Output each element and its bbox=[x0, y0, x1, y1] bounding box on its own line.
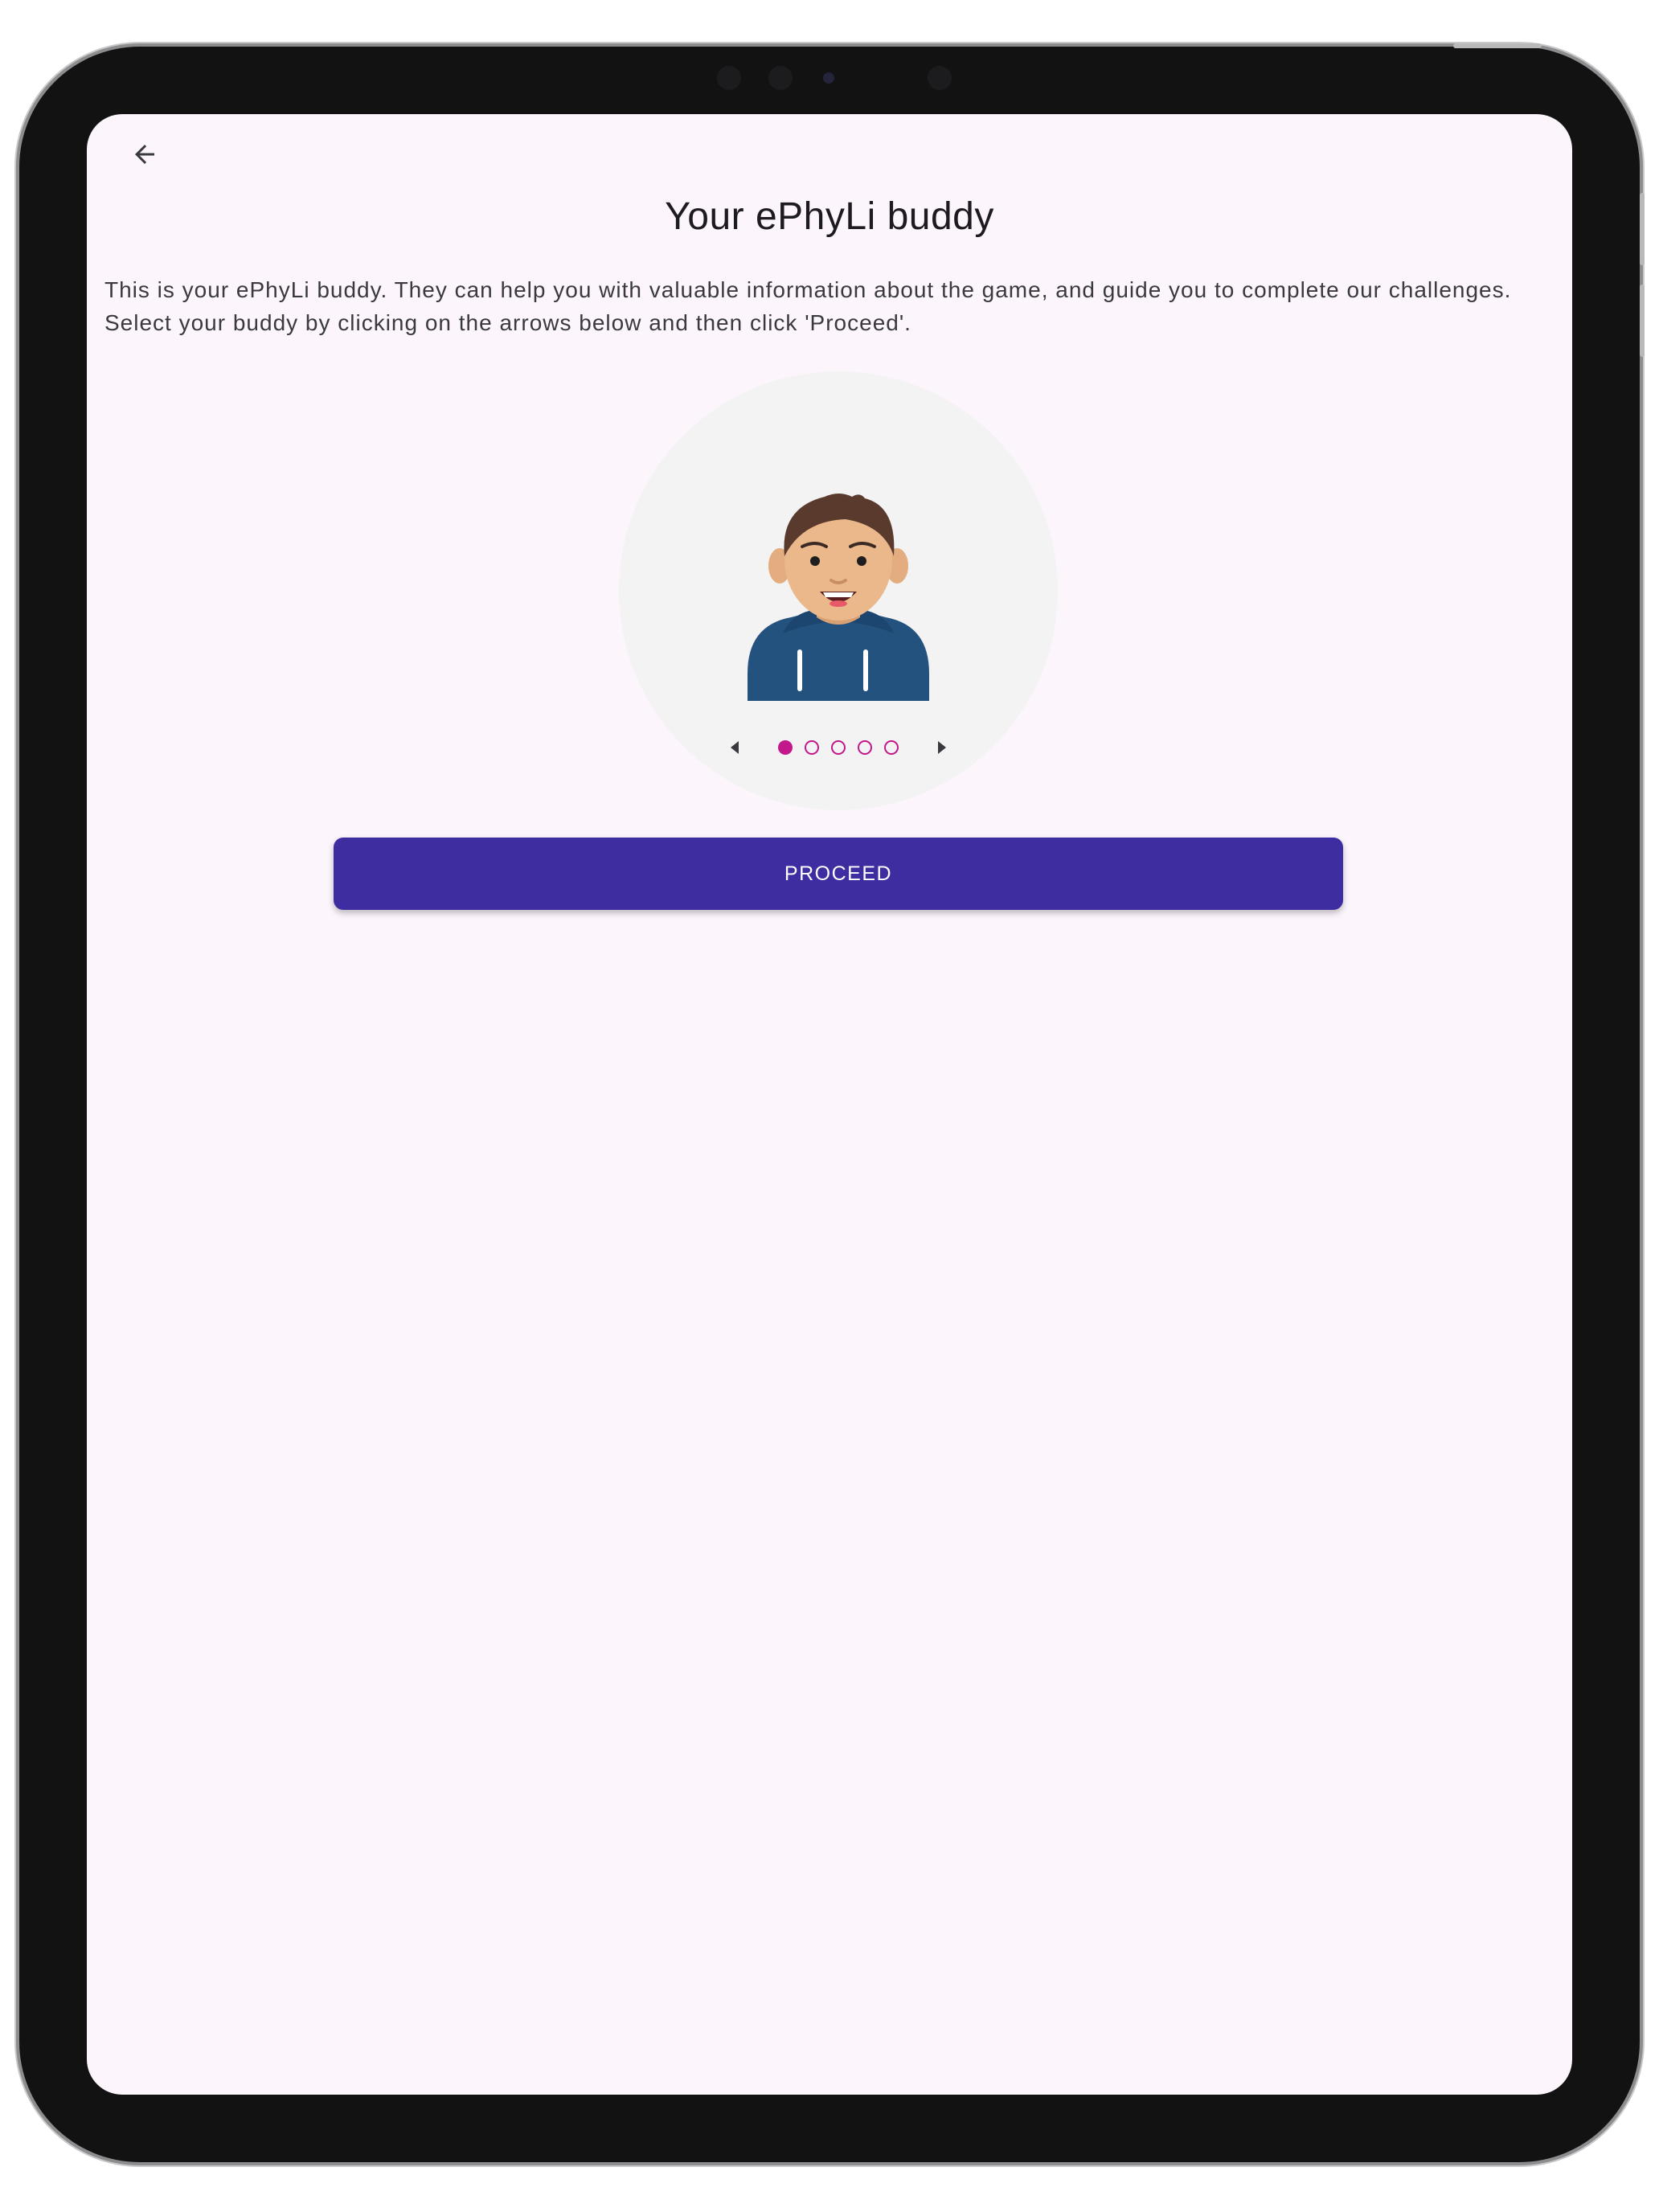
back-button[interactable] bbox=[116, 125, 174, 183]
indicator-dot-4[interactable] bbox=[858, 740, 872, 755]
front-camera bbox=[823, 72, 834, 84]
page-title: Your ePhyLi buddy bbox=[665, 195, 994, 238]
page-indicator bbox=[778, 740, 899, 755]
volume-down-button bbox=[1640, 285, 1645, 357]
top-button bbox=[1453, 43, 1542, 48]
next-buddy-button[interactable] bbox=[926, 731, 958, 764]
volume-up-button bbox=[1640, 193, 1645, 265]
previous-buddy-button[interactable] bbox=[719, 731, 751, 764]
indicator-dot-2[interactable] bbox=[805, 740, 819, 755]
proceed-button[interactable]: PROCEED bbox=[334, 838, 1343, 910]
tablet-frame: Your ePhyLi buddy This is your ePhyLi bu… bbox=[19, 43, 1645, 2162]
app-screen: Your ePhyLi buddy This is your ePhyLi bu… bbox=[87, 114, 1572, 2095]
indicator-dot-3[interactable] bbox=[831, 740, 846, 755]
indicator-dot-1[interactable] bbox=[778, 740, 793, 755]
indicator-dot-5[interactable] bbox=[884, 740, 899, 755]
buddy-selector bbox=[619, 371, 1058, 810]
buddy-avatar-icon bbox=[748, 494, 929, 701]
arrow-left-icon bbox=[135, 145, 154, 164]
caret-left-icon bbox=[731, 741, 739, 754]
intro-text: This is your ePhyLi buddy. They can help… bbox=[104, 277, 1512, 335]
buddy-carousel bbox=[619, 731, 1058, 764]
sensor-3 bbox=[928, 66, 952, 90]
sensor-2 bbox=[768, 66, 793, 90]
sensor-1 bbox=[717, 66, 741, 90]
caret-right-icon bbox=[938, 741, 946, 754]
